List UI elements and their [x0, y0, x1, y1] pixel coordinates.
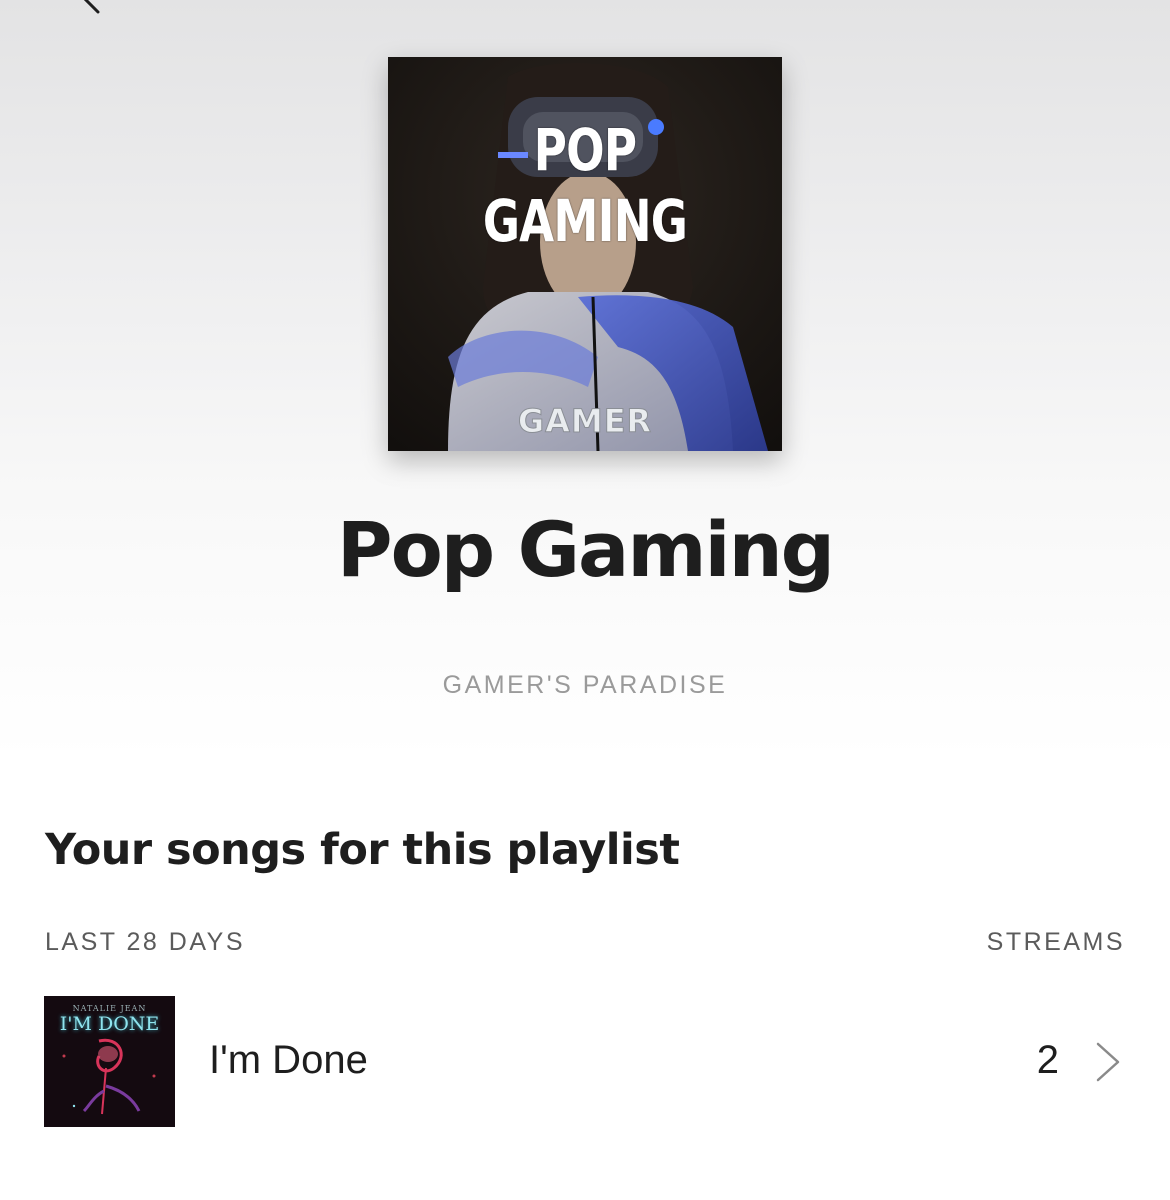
cover-title: POP GAMING — [431, 115, 738, 257]
playlist-owner[interactable]: GAMER'S PARADISE — [0, 671, 1170, 700]
playlist-title: Pop Gaming — [336, 505, 835, 594]
song-artwork-title: I'M DONE — [59, 1013, 160, 1035]
song-artwork: NATALIE JEAN I'M DONE — [44, 996, 175, 1127]
chevron-left-icon — [64, 0, 124, 20]
playlist-cover: POP GAMING GAMER — [388, 57, 782, 451]
song-name: I'm Done — [209, 1038, 368, 1082]
cover-brand-logo: GAMER — [517, 402, 653, 441]
song-streams: 2 — [1036, 1038, 1059, 1082]
section-heading: Your songs for this playlist — [45, 825, 680, 875]
period-label: LAST 28 DAYS — [45, 928, 245, 956]
chevron-right-icon[interactable] — [1092, 1040, 1124, 1084]
back-button[interactable] — [64, 0, 124, 20]
cover-title-line1: POP — [533, 116, 637, 184]
song-row[interactable]: NATALIE JEAN I'M DONE I'm Done 2 — [44, 996, 1126, 1127]
streams-label: STREAMS — [986, 928, 1125, 956]
song-artwork-artist: NATALIE JEAN — [72, 1004, 147, 1013]
cover-title-line2: GAMING — [482, 186, 688, 255]
